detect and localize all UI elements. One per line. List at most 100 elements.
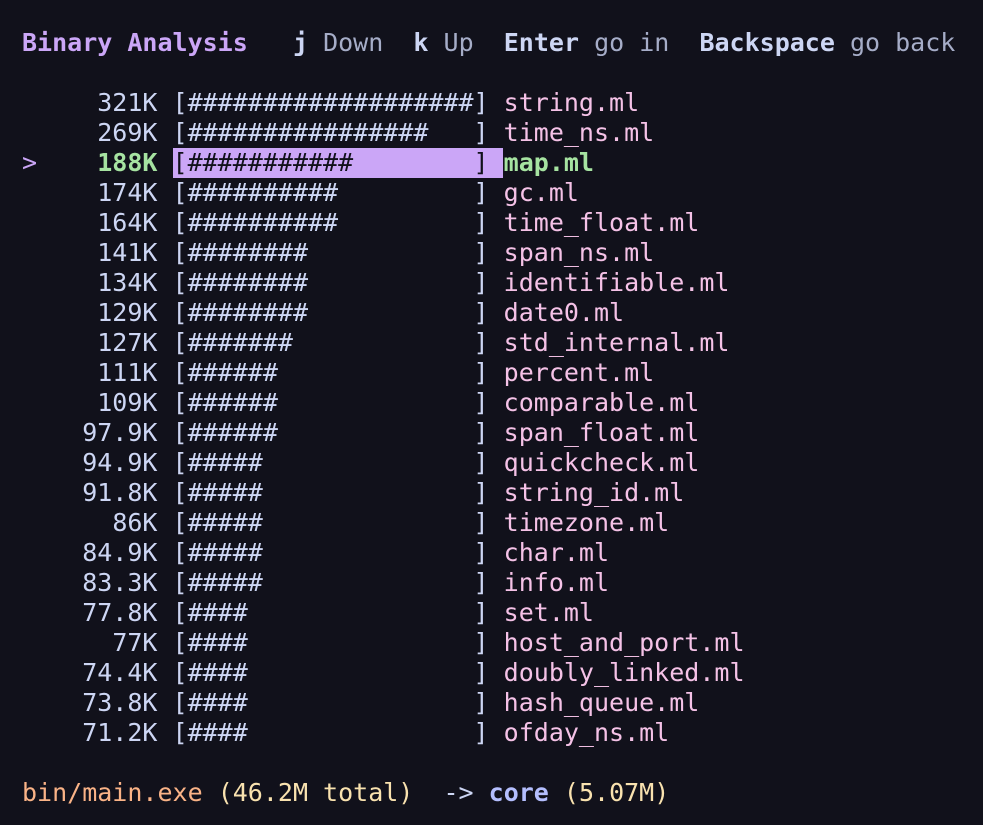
item-size: 74.4K	[82, 658, 158, 687]
selection-pointer	[22, 178, 37, 207]
current-module-size: (5.07M)	[563, 778, 670, 807]
item-name: date0.ml	[503, 298, 625, 327]
size-bar-text: [####### ]	[172, 328, 489, 357]
size-bar: [###### ]	[173, 418, 489, 448]
list-item[interactable]: 269K [################ ] time_ns.ml	[22, 118, 654, 148]
size-bar: [##### ]	[173, 448, 489, 478]
size-bar-text: [######## ]	[172, 238, 489, 267]
size-bar-text: [##### ]	[172, 478, 489, 507]
size-bar: [###### ]	[173, 358, 489, 388]
list-item[interactable]: 91.8K [##### ] string_id.ml	[22, 478, 684, 508]
size-bar: [#### ]	[173, 658, 489, 688]
size-bar-text: [###### ]	[172, 388, 489, 417]
selection-pointer	[22, 298, 37, 327]
item-size: 86K	[112, 508, 158, 537]
size-bar-text: [#### ]	[172, 718, 489, 747]
list-item[interactable]: 83.3K [##### ] info.ml	[22, 568, 609, 598]
size-bar: [###################]	[173, 88, 489, 118]
item-name: set.ml	[503, 598, 594, 627]
selection-pointer	[22, 718, 37, 747]
size-bar: [######## ]	[173, 298, 489, 328]
key-enter-desc: go in	[594, 28, 670, 57]
selection-pointer	[22, 88, 37, 117]
list-item[interactable]: 73.8K [#### ] hash_queue.ml	[22, 688, 699, 718]
item-size: 73.8K	[82, 688, 158, 717]
list-item[interactable]: 109K [###### ] comparable.ml	[22, 388, 699, 418]
list-item[interactable]: 97.9K [###### ] span_float.ml	[22, 418, 699, 448]
list-item[interactable]: 71.2K [#### ] ofday_ns.ml	[22, 718, 669, 748]
size-bar: [######## ]	[173, 238, 489, 268]
item-name: doubly_linked.ml	[503, 658, 745, 687]
selection-pointer	[22, 208, 37, 237]
status-footer: bin/main.exe (46.2M total) -> core (5.07…	[22, 778, 669, 808]
list-item[interactable]: 129K [######## ] date0.ml	[22, 298, 624, 328]
list-item[interactable]: 141K [######## ] span_ns.ml	[22, 238, 654, 268]
key-j-desc: Down	[323, 28, 384, 57]
size-bar: [####### ]	[173, 328, 489, 358]
item-name: char.ml	[503, 538, 610, 567]
item-name: string.ml	[503, 88, 640, 117]
size-bar-text: [##### ]	[172, 448, 489, 477]
size-bar-text: [##### ]	[172, 568, 489, 597]
size-bar-text: [######## ]	[172, 268, 489, 297]
list-item[interactable]: 164K [########## ] time_float.ml	[22, 208, 699, 238]
size-bar-text: [################ ]	[172, 118, 489, 147]
selection-pointer	[22, 658, 37, 687]
item-name: span_ns.ml	[503, 238, 655, 267]
size-bar-text: [######## ]	[172, 298, 489, 327]
item-name: timezone.ml	[503, 508, 670, 537]
item-name: span_float.ml	[503, 418, 700, 447]
selection-pointer	[22, 268, 37, 297]
item-name: ofday_ns.ml	[503, 718, 670, 747]
item-name: comparable.ml	[503, 388, 700, 417]
item-name: quickcheck.ml	[503, 448, 700, 477]
item-name: identifiable.ml	[503, 268, 730, 297]
list-item[interactable]: > 188K [########### ] map.ml	[22, 148, 594, 178]
size-bar-text: [#### ]	[172, 688, 489, 717]
item-size: 269K	[97, 118, 158, 147]
selection-pointer	[22, 328, 37, 357]
selection-pointer	[22, 418, 37, 447]
item-name: map.ml	[503, 148, 594, 177]
selection-pointer	[22, 448, 37, 477]
selection-pointer	[22, 688, 37, 717]
size-bar-text: [########### ]	[172, 148, 489, 177]
key-k-desc: Up	[443, 28, 474, 57]
selection-pointer	[22, 598, 37, 627]
selection-pointer: >	[22, 148, 38, 177]
size-bar: [######## ]	[173, 268, 489, 298]
selection-pointer	[22, 508, 37, 537]
list-item[interactable]: 111K [###### ] percent.ml	[22, 358, 654, 388]
key-k: k	[413, 28, 429, 57]
size-bar: [##### ]	[173, 568, 489, 598]
list-item[interactable]: 86K [##### ] timezone.ml	[22, 508, 669, 538]
item-size: 164K	[97, 208, 158, 237]
size-bar: [#### ]	[173, 688, 489, 718]
size-bar: [###### ]	[173, 388, 489, 418]
size-bar-text: [########## ]	[172, 208, 489, 237]
list-item[interactable]: 84.9K [##### ] char.ml	[22, 538, 609, 568]
item-size: 97.9K	[82, 418, 158, 447]
size-bar: [#### ]	[173, 628, 489, 658]
current-module: core	[488, 778, 549, 807]
list-item[interactable]: 77K [#### ] host_and_port.ml	[22, 628, 744, 658]
item-size: 127K	[97, 328, 158, 357]
item-name: hash_queue.ml	[503, 688, 700, 717]
binary-total-size: (46.2M total)	[217, 778, 414, 807]
keybinding-header: Binary Analysis j Down k Up Enter go in …	[22, 28, 955, 58]
list-item[interactable]: 134K [######## ] identifiable.ml	[22, 268, 729, 298]
list-item[interactable]: 94.9K [##### ] quickcheck.ml	[22, 448, 699, 478]
key-backspace-desc: go back	[849, 28, 956, 57]
item-size: 174K	[97, 178, 158, 207]
size-bar: [#### ]	[173, 598, 489, 628]
list-item[interactable]: 321K [###################] string.ml	[22, 88, 639, 118]
list-item[interactable]: 127K [####### ] std_internal.ml	[22, 328, 729, 358]
size-bar-text: [#### ]	[172, 598, 489, 627]
key-enter: Enter	[503, 28, 579, 57]
list-item[interactable]: 74.4K [#### ] doubly_linked.ml	[22, 658, 745, 688]
size-bar-text: [#### ]	[172, 658, 489, 687]
size-bar: [##### ]	[173, 478, 489, 508]
list-item[interactable]: 174K [########## ] gc.ml	[22, 178, 579, 208]
list-item[interactable]: 77.8K [#### ] set.ml	[22, 598, 594, 628]
app-title: Binary Analysis	[22, 28, 248, 57]
